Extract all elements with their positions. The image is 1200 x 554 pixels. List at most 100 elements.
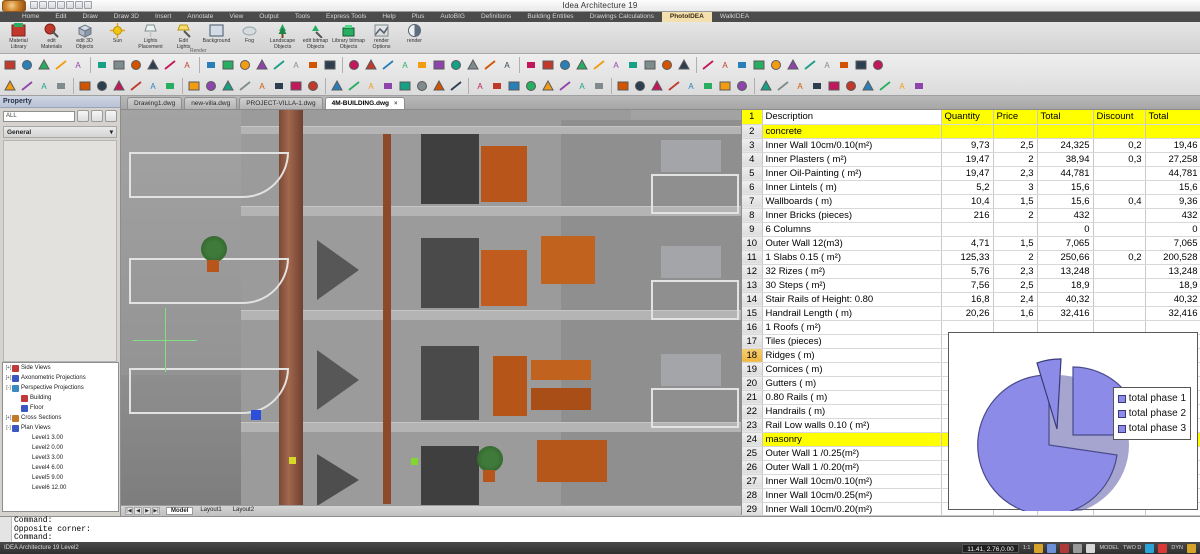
row-number[interactable]: 14 (742, 292, 763, 307)
bld-ungroup-icon[interactable] (717, 77, 733, 94)
row-number[interactable]: 29 (742, 502, 763, 515)
new-drawing-icon[interactable] (2, 56, 18, 73)
table-row[interactable]: 1 Description Quantity Price Total Discount To… (742, 110, 1200, 125)
open-drawing-icon[interactable] (19, 56, 35, 73)
ribbon-tab-draw[interactable]: Draw (75, 12, 106, 22)
twod-label[interactable]: TWO D (1123, 545, 1141, 551)
row-number[interactable]: 12 (742, 264, 763, 279)
table-row[interactable]: 10 Outer Wall 12(m3) 4,71 1,5 7,065 7,065 (742, 236, 1200, 251)
hatch-icon[interactable] (465, 56, 481, 73)
cell-quantity[interactable]: 16,8 (941, 292, 994, 307)
bld-area-icon[interactable]: A (472, 77, 488, 94)
table-row[interactable]: 14 Stair Rails of Height: 0.80 16,8 2,4 40,3… (742, 292, 1200, 307)
quick-select-icon[interactable] (77, 110, 89, 122)
cell-discount[interactable] (1093, 264, 1146, 279)
cell-quantity[interactable]: 19,47 (941, 152, 994, 167)
tree-node[interactable]: [+] Cross Sections (3, 413, 118, 423)
chevron-down-icon[interactable]: ▾ (110, 128, 113, 136)
row-number[interactable]: 8 (742, 208, 763, 223)
qat-more-icon[interactable] (84, 1, 92, 9)
bld-unlock-icon[interactable]: A (683, 77, 699, 94)
qat-redo-icon[interactable] (75, 1, 83, 9)
table-row[interactable]: 7 Wallboards ( m) 10,4 1,5 15,6 0,4 9,36 (742, 194, 1200, 209)
help-icon[interactable] (322, 56, 338, 73)
ribbon-tab-tools[interactable]: Tools (287, 12, 318, 22)
bld-3dview-icon[interactable] (305, 77, 321, 94)
bld-chamfer-icon[interactable]: A (894, 77, 910, 94)
close-icon[interactable]: × (394, 101, 398, 107)
cell-description[interactable]: Outer Wall 12(m3) (762, 236, 942, 251)
table-row[interactable]: 11 1 Slabs 0.15 ( m²) 125,33 2 250,66 0,2 200,… (742, 250, 1200, 265)
bld-update-icon[interactable] (632, 77, 648, 94)
document-tab[interactable]: new-villa.dwg (184, 97, 238, 109)
cell-quantity[interactable]: 9,73 (941, 138, 994, 153)
cell-discount[interactable] (1093, 208, 1146, 223)
pan-icon[interactable] (203, 56, 219, 73)
cell-total[interactable]: 24,325 (1037, 138, 1094, 153)
bld-door-icon[interactable] (128, 77, 144, 94)
bld-railing-icon[interactable] (162, 77, 178, 94)
bld-volume-icon[interactable] (489, 77, 505, 94)
plot-style-icon[interactable] (676, 56, 692, 73)
cell-description[interactable]: Description (762, 110, 942, 125)
qat-new-icon[interactable] (30, 1, 38, 9)
cell-quantity[interactable]: 5,76 (941, 264, 994, 279)
bld-scale-icon[interactable] (809, 77, 825, 94)
phase-totals-pie-chart[interactable]: total phase 1 total phase 2 total phase 3 (948, 332, 1198, 516)
bld-furniture-icon[interactable] (186, 77, 202, 94)
layer-manager-icon[interactable] (346, 56, 362, 73)
multileader-icon[interactable] (591, 56, 607, 73)
copy-icon[interactable] (111, 56, 127, 73)
viewport-tab[interactable]: Model (166, 507, 194, 515)
ortho-toggle-icon[interactable] (1060, 543, 1070, 553)
tree-node[interactable]: [-] Perspective Projections (3, 383, 118, 393)
cell-quantity[interactable]: Quantity (941, 110, 994, 125)
layout-nav-arrows[interactable]: |◀ ◀ ▶ ▶| (125, 507, 160, 515)
print-icon[interactable] (53, 56, 69, 73)
qat-save-icon[interactable] (48, 1, 56, 9)
cell-description[interactable]: Inner Wall 10cm/0.10(m²) (762, 474, 942, 489)
tree-expander-icon[interactable]: [-] (5, 385, 12, 391)
cell-quantity[interactable]: 20,26 (941, 306, 994, 321)
ribbon-tab-view[interactable]: View (221, 12, 251, 22)
row-number[interactable]: 9 (742, 222, 763, 237)
cell-total[interactable]: 15,6 (1037, 194, 1094, 209)
bld-window-icon[interactable]: A (145, 77, 161, 94)
ribbon-tab-definitions[interactable]: Definitions (473, 12, 519, 22)
bld-array-icon[interactable] (758, 77, 774, 94)
row-number[interactable]: 25 (742, 446, 763, 461)
cell-discount[interactable]: 0,2 (1093, 250, 1146, 265)
bld-snap-icon[interactable] (431, 77, 447, 94)
cell-price[interactable]: Price (993, 110, 1038, 125)
zoom-previous-icon[interactable] (254, 56, 270, 73)
cell-quantity[interactable] (941, 222, 994, 237)
bld-elevation-icon[interactable] (288, 77, 304, 94)
cell-total-final[interactable]: 44,781 (1145, 166, 1200, 181)
ribbon-tab-walkidea[interactable]: WalkIDEA (712, 12, 757, 22)
osnap-toggle-icon[interactable] (1086, 543, 1096, 553)
cell-discount[interactable]: Discount (1093, 110, 1146, 125)
row-number[interactable]: 21 (742, 390, 763, 405)
layer-previous-icon[interactable] (363, 56, 379, 73)
plot-preview-icon[interactable]: A (70, 56, 86, 73)
cell-description[interactable]: Inner Wall 10cm/0.10(m²) (762, 138, 942, 153)
world-ucs-icon[interactable] (734, 56, 750, 73)
row-number[interactable]: 23 (742, 418, 763, 433)
region-icon[interactable] (523, 56, 539, 73)
bld-extend-icon[interactable] (860, 77, 876, 94)
cell-quantity[interactable]: 19,47 (941, 166, 994, 181)
row-number[interactable]: 24 (742, 432, 763, 447)
cell-description[interactable]: Cornices ( m) (762, 362, 942, 377)
undo-icon[interactable] (162, 56, 178, 73)
ribbon-button-landscape-objects[interactable]: Landscape Objects (266, 23, 299, 50)
bld-align-icon[interactable] (734, 77, 750, 94)
color-control-icon[interactable] (431, 56, 447, 73)
cell-description[interactable]: 1 Roofs ( m²) (762, 320, 942, 335)
dimension-style-icon[interactable] (557, 56, 573, 73)
redo-icon[interactable]: A (179, 56, 195, 73)
row-number[interactable]: 3 (742, 138, 763, 153)
bld-phase-icon[interactable] (540, 77, 556, 94)
cell-price[interactable]: 1,5 (993, 194, 1038, 209)
row-number[interactable]: 28 (742, 488, 763, 503)
table-row[interactable]: 96 Columns 0 0 (742, 222, 1200, 237)
